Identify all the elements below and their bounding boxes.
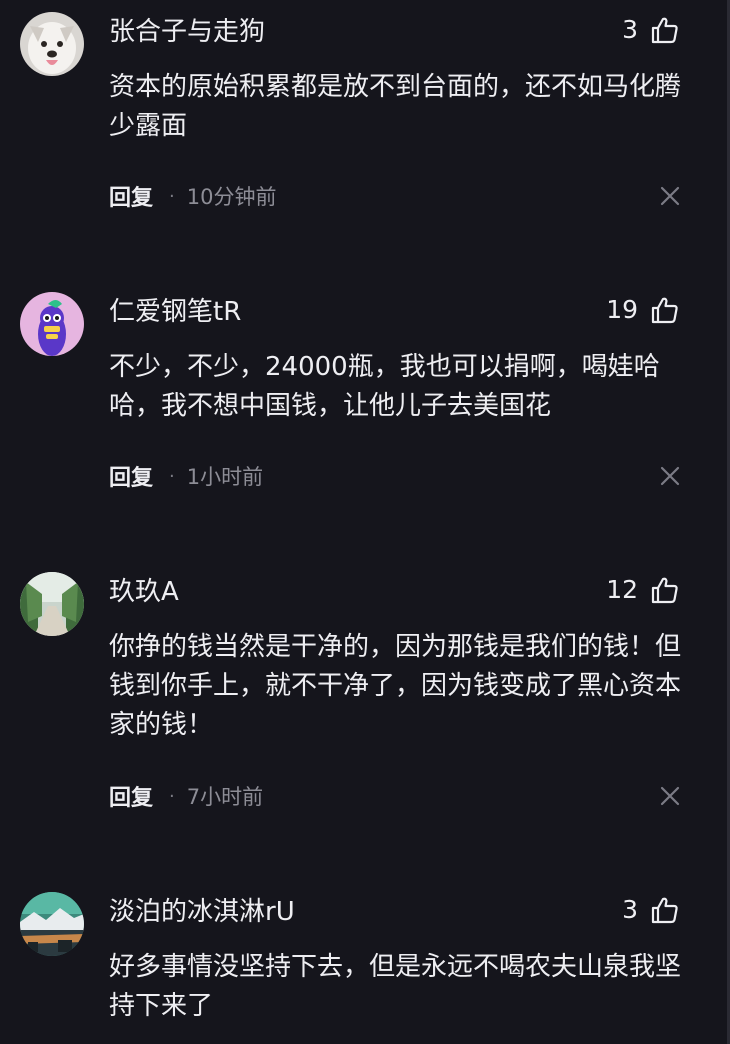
close-icon[interactable] [658, 184, 682, 208]
meta-separator: · [169, 465, 175, 487]
user-avatar[interactable] [20, 292, 84, 356]
like-count: 19 [606, 295, 638, 324]
close-icon[interactable] [658, 464, 682, 488]
like-button[interactable]: 12 [606, 574, 680, 606]
thumbs-up-icon [651, 17, 678, 44]
comment-text: 资本的原始积累都是放不到台面的，还不如马化腾少露面 [109, 72, 682, 141]
comment-item: 张合子与走狗 3 资本的原始积累都是放不到台面的，还不如马化腾少露面 回复 · … [0, 12, 730, 282]
comment-item: 玖玖A 12 你挣的钱当然是干净的，因为那钱是我们的钱！但钱到你手上，就不干净了… [0, 572, 730, 882]
comment-item: 淡泊的冰淇淋rU 3 好多事情没坚持下去，但是永远不喝农夫山泉我坚持下来了 [0, 892, 730, 1044]
user-avatar[interactable] [20, 572, 84, 636]
close-icon[interactable] [658, 784, 682, 808]
user-avatar[interactable] [20, 892, 84, 956]
comment-text: 你挣的钱当然是干净的，因为那钱是我们的钱！但钱到你手上，就不干净了，因为钱变成了… [109, 632, 682, 740]
timestamp: 10分钟前 [186, 185, 277, 209]
thumbs-up-icon [651, 577, 678, 604]
tree-road-avatar-icon [20, 572, 84, 636]
dog-avatar-icon [20, 12, 84, 76]
reply-button[interactable]: 回复 [109, 780, 153, 812]
thumbs-up-icon [651, 897, 678, 924]
comment-meta: 回复 · 7小时前 [109, 780, 263, 812]
comment-meta: 回复 · 10分钟前 [109, 180, 276, 212]
user-avatar[interactable] [20, 12, 84, 76]
landscape-avatar-icon [20, 892, 84, 956]
meta-separator: · [169, 185, 175, 207]
timestamp: 1小时前 [186, 465, 264, 489]
reply-button[interactable]: 回复 [109, 180, 153, 212]
username[interactable]: 张合子与走狗 [109, 16, 265, 48]
username[interactable]: 淡泊的冰淇淋rU [109, 896, 295, 928]
like-count: 3 [622, 895, 638, 924]
like-button[interactable]: 19 [606, 294, 680, 326]
comment-item: 仁爱钢笔tR 19 不少，不少，24000瓶，我也可以捐啊，喝娃哈哈，我不想中国… [0, 292, 730, 562]
comment-meta: 回复 · 1小时前 [109, 460, 263, 492]
like-button[interactable]: 3 [622, 14, 680, 46]
reply-button[interactable]: 回复 [109, 460, 153, 492]
username[interactable]: 仁爱钢笔tR [109, 296, 241, 328]
meta-separator: · [169, 785, 175, 807]
cartoon-bird-avatar-icon [20, 292, 84, 356]
timestamp: 7小时前 [186, 785, 264, 809]
comment-text: 不少，不少，24000瓶，我也可以捐啊，喝娃哈哈，我不想中国钱，让他儿子去美国花 [109, 352, 660, 421]
thumbs-up-icon [651, 297, 678, 324]
comment-text: 好多事情没坚持下去，但是永远不喝农夫山泉我坚持下来了 [109, 952, 682, 1021]
like-count: 3 [622, 15, 638, 44]
username[interactable]: 玖玖A [109, 576, 179, 608]
like-count: 12 [606, 575, 638, 604]
like-button[interactable]: 3 [622, 894, 680, 926]
comment-list: 张合子与走狗 3 资本的原始积累都是放不到台面的，还不如马化腾少露面 回复 · … [0, 0, 730, 1044]
